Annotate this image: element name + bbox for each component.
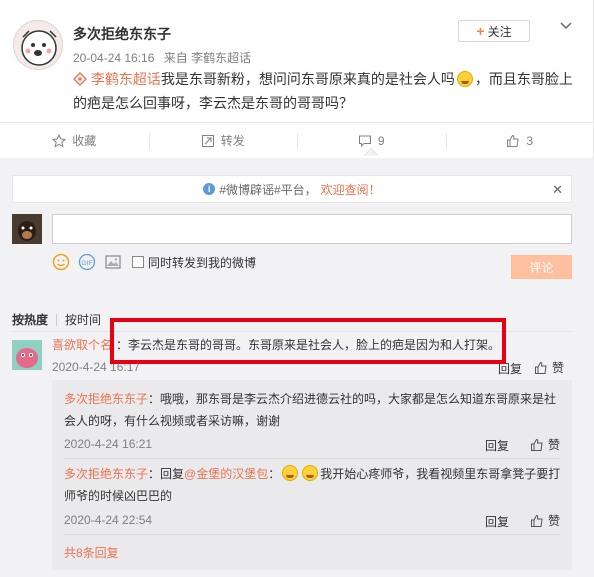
comment-count: 9 [377, 133, 385, 148]
star-icon [52, 133, 67, 148]
like-count: 3 [526, 133, 534, 148]
reply-prefix: ：回复 [148, 467, 185, 481]
info-icon: i [203, 183, 216, 195]
reply-like-button[interactable]: 赞 [530, 512, 560, 529]
like-button[interactable]: 3 [445, 123, 594, 158]
reply-author[interactable]: 多次拒绝东东子 [64, 467, 148, 481]
forward-checkbox[interactable]: 同时转发到我的微博 [132, 254, 256, 271]
checkbox[interactable] [132, 256, 144, 268]
reply-item: 多次拒绝东东子：回复@金堡的汉堡包： 我开始心疼师爷，我看视频里东哥拿凳子要打师爷… [64, 463, 564, 507]
thumbs-up-icon [535, 361, 547, 374]
plus-icon: + [476, 23, 485, 39]
chevron-down-icon[interactable] [558, 18, 574, 34]
gif-icon[interactable]: GIF [78, 253, 96, 271]
favorite-label: 收藏 [72, 134, 97, 148]
post-meta: 20-04-24 16:16 来自 李鹤东超话 [73, 49, 257, 66]
sort-by-time[interactable]: 按时间 [65, 311, 101, 328]
close-icon[interactable]: ✕ [552, 182, 563, 198]
follow-button[interactable]: + 关注 [458, 20, 530, 42]
topic-icon [73, 72, 87, 86]
post-text: 李鹤东超话我是东哥新粉，想问问东哥原来真的是社会人吗 ，而且东哥脸上的疤是怎么回事… [73, 67, 573, 115]
comment-button[interactable]: 9 [297, 123, 446, 158]
comment-like-button[interactable]: 赞 [534, 359, 564, 376]
like-label: 赞 [548, 438, 561, 452]
thumbs-up-icon [531, 438, 543, 451]
image-icon[interactable] [104, 253, 122, 271]
topic-link[interactable]: 李鹤东超话 [91, 71, 161, 87]
sort-by-hot[interactable]: 按热度 [12, 311, 48, 328]
author-avatar[interactable] [13, 20, 63, 70]
like-label: 赞 [548, 514, 561, 528]
more-replies-link[interactable]: 共8条回复 [64, 544, 119, 561]
thumbs-up-icon [507, 134, 519, 147]
mention-link[interactable]: @金堡的汉堡包 [184, 467, 268, 481]
laugh-cry-emoji-icon [456, 71, 473, 87]
forward-label: 转发 [220, 134, 245, 148]
reply-item: 多次拒绝东东子：哦哦，那东哥是李云杰介绍进德云社的吗，大家都是怎么知道东哥原来是… [64, 388, 564, 432]
notice-text: #微博辟谣#平台， [219, 182, 317, 197]
submit-comment-button[interactable]: 评论 [511, 255, 572, 279]
reply-author[interactable]: 多次拒绝东东子 [64, 392, 148, 406]
commenter-name[interactable]: 喜欲取个名 [52, 336, 112, 353]
composer-tools: GIF 同时转发到我的微博 [52, 253, 256, 271]
comment-input[interactable] [52, 214, 572, 244]
post-source[interactable]: 来自 李鹤东超话 [164, 51, 251, 65]
my-avatar[interactable] [12, 214, 42, 244]
laugh-cry-emoji-icon [282, 465, 299, 481]
reply-time: 2020-4-24 16:21 [64, 437, 153, 451]
reply-divider [64, 534, 560, 535]
svg-text:GIF: GIF [82, 260, 93, 267]
post-text-part1: 我是东哥新粉，想问问东哥原来真的是社会人吗 [160, 71, 455, 87]
reply-button[interactable]: 回复 [485, 437, 509, 454]
emoji-icon[interactable] [52, 253, 70, 271]
sort-bar: 按热度 按时间 [12, 311, 101, 328]
thumbs-up-icon [531, 514, 543, 527]
reply-divider [64, 458, 560, 459]
like-label: 赞 [552, 361, 565, 375]
notice-link[interactable]: 欢迎查阅！ [321, 181, 381, 198]
laugh-cry-emoji-icon [302, 465, 319, 481]
reply-time: 2020-4-24 22:54 [64, 513, 153, 527]
follow-label: 关注 [487, 24, 512, 39]
active-tab-indicator [364, 147, 379, 156]
commenter-avatar[interactable] [12, 340, 42, 370]
rumor-notice: i #微博辟谣#平台， 欢迎查阅！ ✕ [12, 175, 572, 203]
favorite-button[interactable]: 收藏 [0, 123, 149, 158]
weibo-post-card: 多次拒绝东东子 20-04-24 16:16 来自 李鹤东超话 + 关注 李鹤东… [0, 0, 594, 577]
action-bar: 收藏 转发 9 3 [0, 122, 594, 158]
reply-button[interactable]: 回复 [485, 513, 509, 530]
red-highlight-box [110, 318, 506, 364]
author-name[interactable]: 多次拒绝东东子 [73, 24, 171, 44]
reply-like-button[interactable]: 赞 [530, 436, 560, 453]
sort-divider [56, 313, 58, 326]
reply-colon: ： [268, 467, 281, 481]
post-time[interactable]: 20-04-24 16:16 [73, 51, 154, 65]
forward-checkbox-label: 同时转发到我的微博 [148, 255, 257, 270]
forward-icon [201, 134, 214, 147]
forward-button[interactable]: 转发 [148, 123, 298, 158]
